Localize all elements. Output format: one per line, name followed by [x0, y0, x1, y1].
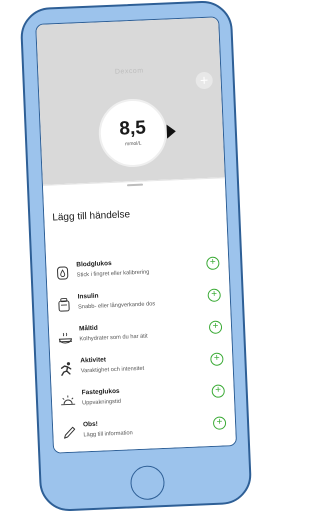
add-event-sheet: Lägg till händelse Blodglukos Stick i fi…: [42, 177, 237, 454]
sunrise-icon: [60, 393, 77, 410]
trend-arrow-icon: [166, 124, 177, 139]
item-subtitle: Stick i fingret eller kalibrering: [76, 269, 150, 279]
add-icon[interactable]: +: [212, 416, 227, 430]
add-icon[interactable]: +: [211, 384, 225, 398]
header-plus-button[interactable]: +: [195, 71, 214, 90]
add-icon[interactable]: +: [208, 320, 223, 334]
item-subtitle: Uppvakningstid: [81, 398, 122, 407]
item-subtitle: Snabb- eller långverkande dos: [77, 301, 156, 311]
add-icon[interactable]: +: [206, 256, 220, 271]
add-icon[interactable]: +: [210, 352, 224, 366]
item-subtitle: Varaktighet och intensitet: [80, 365, 145, 375]
blood-drop-icon: [54, 265, 71, 282]
phone-illustration: Dexcom + 8,5 mmol/L Lägg till händelse B…: [19, 0, 253, 513]
insulin-pen-icon: [56, 297, 73, 314]
pencil-icon: [61, 425, 78, 442]
glucose-reading-circle: 8,5 mmol/L: [97, 97, 169, 169]
event-item-obs[interactable]: Obs! Lägg till information +: [53, 413, 236, 453]
item-title: Insulin: [77, 292, 99, 301]
meal-icon: [57, 329, 74, 346]
item-title: Aktivitet: [80, 356, 107, 365]
item-subtitle: Kolhydrater som du har ätit: [79, 333, 148, 343]
item-title: Blodglukos: [76, 260, 112, 269]
glucose-unit: mmol/L: [124, 140, 142, 148]
glucose-value: 8,5: [119, 117, 147, 140]
item-title: Fasteglukos: [81, 387, 120, 397]
phone-screen: Dexcom + 8,5 mmol/L Lägg till händelse B…: [35, 16, 238, 454]
item-title: Obs!: [82, 420, 98, 429]
item-subtitle: Lägg till information: [83, 430, 133, 439]
sheet-grabber[interactable]: [126, 183, 144, 187]
add-icon[interactable]: +: [207, 288, 221, 303]
glucose-header: Dexcom + 8,5 mmol/L: [36, 17, 225, 185]
home-button[interactable]: [129, 465, 166, 501]
brand-logo: Dexcom: [114, 67, 144, 76]
sheet-title: Lägg till händelse: [52, 209, 131, 224]
item-title: Måltid: [78, 324, 98, 333]
running-person-icon: [58, 361, 75, 378]
